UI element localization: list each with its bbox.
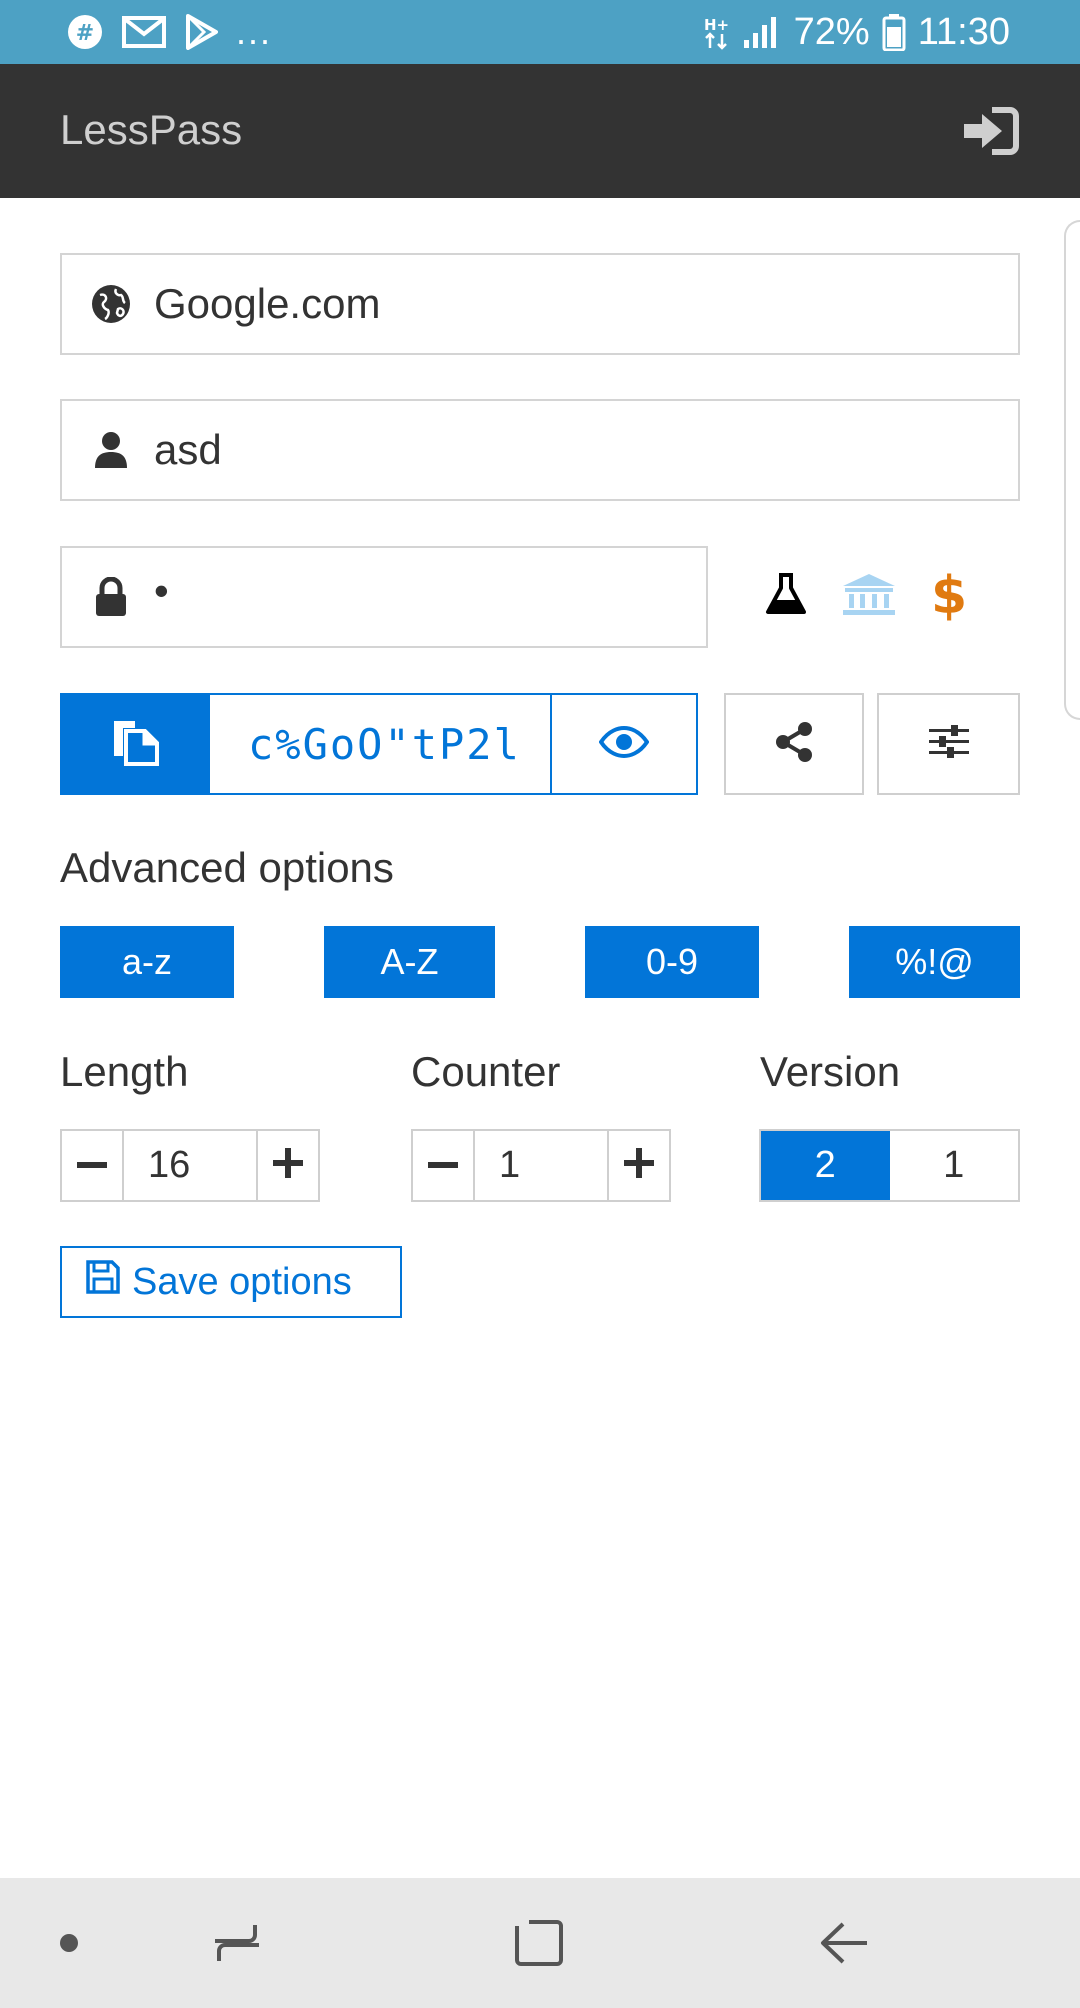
- length-decrease-button[interactable]: [62, 1131, 124, 1200]
- counter-stepper: 1: [411, 1129, 671, 1202]
- more-notifications: ...: [236, 11, 273, 52]
- side-drawer-edge[interactable]: [1064, 220, 1080, 720]
- copy-icon: [111, 718, 161, 771]
- app-title: LessPass: [60, 106, 243, 153]
- network-hplus-icon: H+: [702, 14, 730, 50]
- counter-increase-button[interactable]: [607, 1131, 669, 1200]
- save-options-label: Save options: [132, 1260, 352, 1303]
- share-button[interactable]: [724, 693, 864, 795]
- minus-icon: [77, 1157, 107, 1175]
- plus-icon: [624, 1148, 654, 1183]
- plus-icon: [273, 1148, 303, 1183]
- nav-dot-icon[interactable]: [58, 1918, 80, 1968]
- play-store-icon: [184, 14, 218, 50]
- master-password-fingerprint: $: [765, 566, 967, 626]
- home-icon[interactable]: [512, 1918, 566, 1968]
- dollar-icon: $: [931, 566, 968, 626]
- recent-apps-icon[interactable]: [212, 1918, 264, 1968]
- counter-decrease-button[interactable]: [413, 1131, 475, 1200]
- signal-icon: [742, 14, 782, 50]
- minus-icon: [428, 1157, 458, 1175]
- share-icon: [773, 721, 815, 768]
- length-increase-button[interactable]: [256, 1131, 318, 1200]
- symbols-toggle[interactable]: %!@: [849, 926, 1020, 998]
- version-selector: 2 1: [759, 1129, 1020, 1202]
- site-value: Google.com: [154, 280, 381, 327]
- advanced-options-title: Advanced options: [60, 844, 394, 891]
- app-bar: LessPass: [0, 64, 1080, 198]
- eye-icon: [598, 725, 650, 763]
- counter-value[interactable]: 1: [475, 1131, 607, 1200]
- show-password-button[interactable]: [552, 695, 696, 793]
- bank-icon: [841, 572, 897, 621]
- generated-password-value: c%GoO"tP2l: [248, 719, 521, 769]
- lowercase-toggle[interactable]: a-z: [60, 926, 234, 998]
- user-icon: [62, 430, 154, 470]
- generated-password-group: c%GoO"tP2l: [60, 693, 698, 795]
- site-field[interactable]: Google.com: [60, 253, 1020, 355]
- floppy-disk-icon: [86, 1260, 120, 1304]
- battery-icon: [882, 13, 906, 51]
- options-toggle-button[interactable]: [877, 693, 1020, 795]
- version-2-button[interactable]: 2: [761, 1131, 890, 1200]
- counter-label: Counter: [411, 1048, 561, 1095]
- notification-icons: # ...: [66, 11, 273, 52]
- login-value: asd: [154, 426, 222, 473]
- length-stepper: 16: [60, 1129, 320, 1202]
- clock: 11:30: [917, 10, 1010, 53]
- uppercase-toggle[interactable]: A-Z: [324, 926, 495, 998]
- master-password-value: •: [154, 567, 169, 614]
- svg-text:#: #: [76, 21, 94, 46]
- numbers-toggle[interactable]: 0-9: [585, 926, 759, 998]
- master-password-field[interactable]: •: [60, 546, 708, 648]
- version-label: Version: [760, 1048, 901, 1095]
- battery-percent: 72%: [793, 10, 870, 53]
- status-bar: # ... H+ 72% 11:30: [0, 0, 1080, 64]
- length-label: Length: [60, 1048, 189, 1095]
- length-value[interactable]: 16: [124, 1131, 256, 1200]
- back-icon[interactable]: [818, 1918, 870, 1968]
- flask-icon: [765, 572, 807, 621]
- lock-icon: [62, 577, 154, 617]
- svg-text:H+: H+: [704, 16, 729, 34]
- copy-password-button[interactable]: [62, 695, 210, 793]
- sliders-icon: [927, 724, 971, 765]
- system-navigation-bar: [0, 1878, 1080, 2008]
- save-options-button[interactable]: Save options: [60, 1246, 402, 1318]
- login-field[interactable]: asd: [60, 399, 1020, 501]
- gmail-icon: [122, 14, 166, 50]
- system-status: H+ 72% 11:30: [702, 10, 1010, 54]
- globe-icon: [62, 283, 154, 325]
- slack-icon: #: [66, 13, 104, 51]
- sign-in-icon[interactable]: [962, 104, 1020, 158]
- version-1-button[interactable]: 1: [890, 1131, 1019, 1200]
- generated-password-display[interactable]: c%GoO"tP2l: [210, 695, 552, 793]
